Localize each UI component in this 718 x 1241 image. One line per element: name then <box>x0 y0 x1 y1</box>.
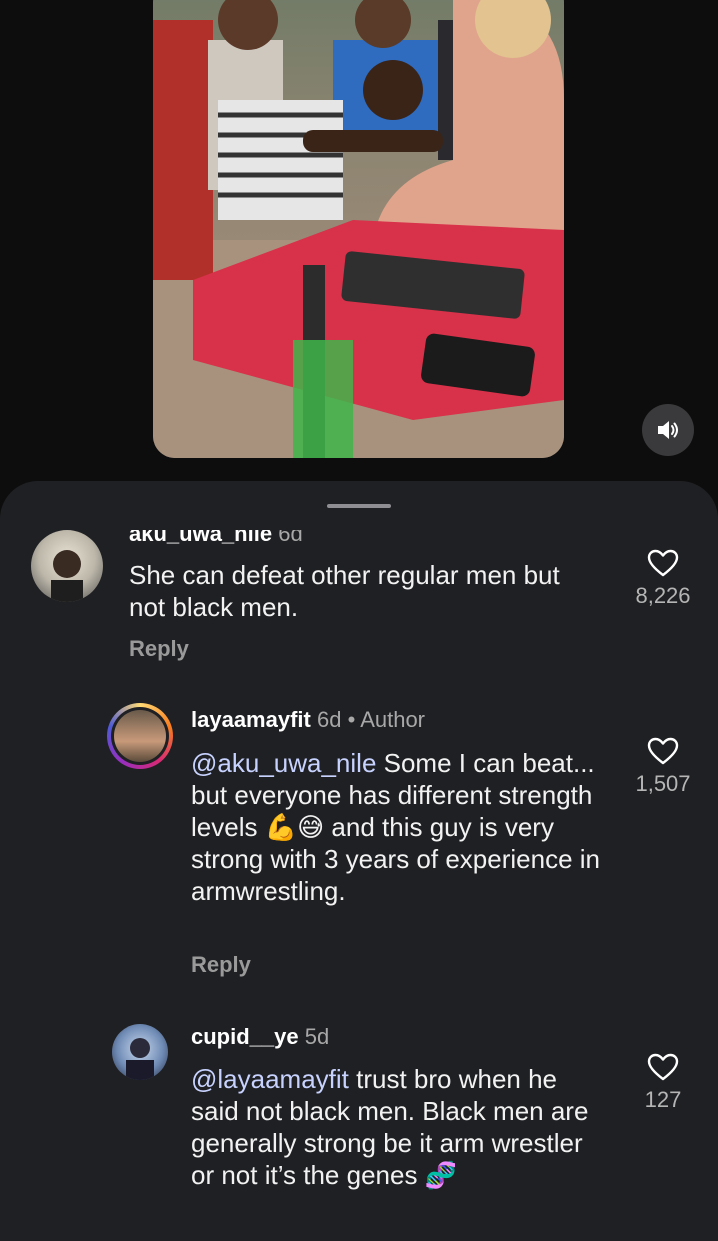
comment-username[interactable]: layaamayfit 6d • Author <box>191 707 425 733</box>
mention-link[interactable]: @layaamayfit <box>191 1064 349 1094</box>
like-group: 8,226 <box>633 549 693 609</box>
video-area <box>0 0 718 500</box>
comment-username[interactable]: cupid__ye 5d <box>191 1024 329 1050</box>
avatar[interactable] <box>112 1024 168 1080</box>
comment-username[interactable]: aku_uwa_nile 6d <box>129 530 303 547</box>
author-badge: • Author <box>347 707 426 732</box>
mention-link[interactable]: @aku_uwa_nile <box>191 748 376 778</box>
like-group: 127 <box>633 1053 693 1113</box>
comment-text: She can defeat other regular men but not… <box>129 560 560 622</box>
comment-text: @aku_uwa_nile Some I can beat... but eve… <box>191 748 600 906</box>
story-ring-avatar[interactable] <box>107 703 173 769</box>
comments-sheet: aku_uwa_nile 6d She can defeat other reg… <box>0 481 718 1241</box>
video-frame-image <box>153 0 564 458</box>
avatar[interactable] <box>31 530 103 602</box>
heart-icon[interactable] <box>647 737 679 765</box>
reply-button[interactable]: Reply <box>129 636 189 662</box>
heart-icon[interactable] <box>647 1053 679 1081</box>
heart-icon[interactable] <box>647 549 679 577</box>
like-count: 1,507 <box>635 771 691 796</box>
sheet-drag-handle[interactable] <box>327 504 391 508</box>
avatar <box>114 710 166 762</box>
emoji: 💪😅 <box>264 812 325 842</box>
speaker-icon <box>658 421 678 439</box>
comment-text: @layaamayfit trust bro when he said not … <box>191 1064 589 1190</box>
like-count: 8,226 <box>635 583 691 608</box>
video-player[interactable] <box>153 0 564 458</box>
reply-button[interactable]: Reply <box>191 952 251 978</box>
avatar-ring-gap <box>111 707 169 765</box>
emoji: 🧬 <box>424 1160 458 1190</box>
avatar-image <box>51 550 83 602</box>
like-group: 1,507 <box>633 737 693 797</box>
like-count: 127 <box>644 1087 682 1112</box>
mute-toggle-button[interactable] <box>642 404 694 456</box>
avatar-image <box>126 1038 154 1080</box>
